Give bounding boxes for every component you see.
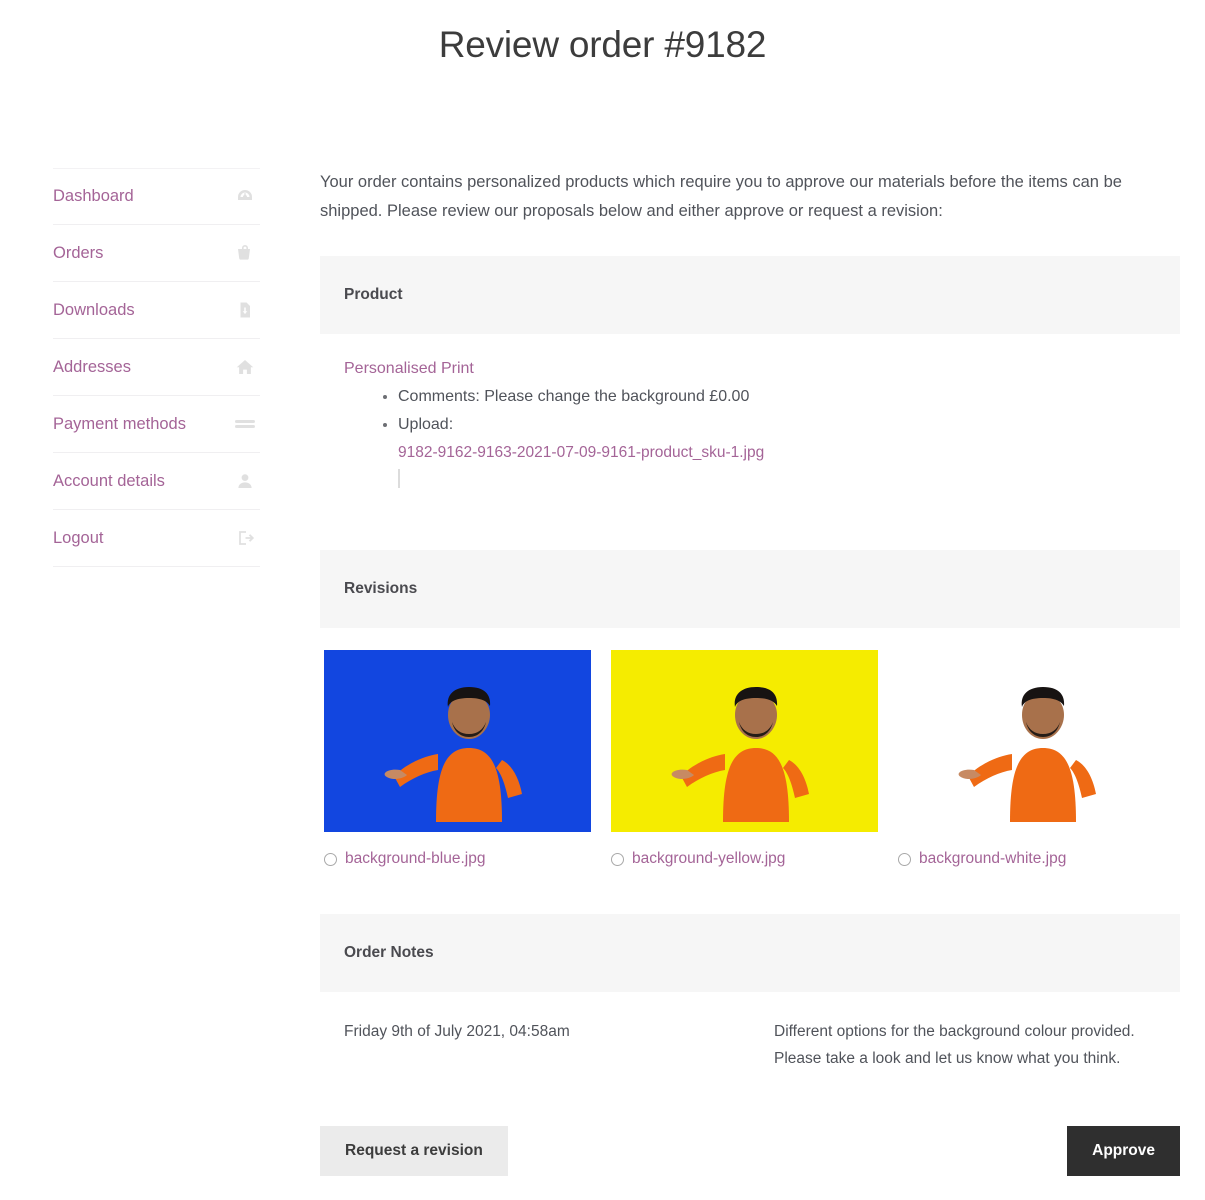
revision-photo [611, 650, 878, 832]
product-panel-title: Product [344, 286, 403, 303]
sidebar-item-label: Payment methods [53, 414, 186, 433]
action-bar: Request a revision Approve [320, 1126, 1180, 1176]
sidebar-item-orders[interactable]: Orders [53, 225, 260, 282]
logout-icon [234, 527, 256, 549]
revision-filename-blue[interactable]: background-blue.jpg [345, 850, 485, 868]
sidebar-item-label: Downloads [53, 300, 135, 319]
revisions-panel-header: Revisions [320, 550, 1180, 628]
uploaded-file-thumbnail[interactable] [398, 469, 400, 488]
product-name-link[interactable]: Personalised Print [344, 360, 1156, 378]
product-panel-header: Product [320, 256, 1180, 334]
product-meta-list: Comments: Please change the background £… [344, 384, 1156, 492]
credit-card-icon [234, 413, 256, 435]
sidebar-item-downloads[interactable]: Downloads [53, 282, 260, 339]
sidebar-item-payment-methods[interactable]: Payment methods [53, 396, 260, 453]
revision-caption[interactable]: background-blue.jpg [324, 850, 591, 868]
sidebar-item-account-details[interactable]: Account details [53, 453, 260, 510]
revisions-panel-body: background-blue.jpg background-yellow.jp… [320, 628, 1180, 914]
sidebar-item-label: Dashboard [53, 187, 134, 206]
revision-filename-white[interactable]: background-white.jpg [919, 850, 1066, 868]
revision-radio-white[interactable] [898, 852, 911, 866]
basket-icon [234, 242, 256, 264]
sidebar-item-addresses[interactable]: Addresses [53, 339, 260, 396]
sidebar-item-label: Orders [53, 243, 104, 262]
request-revision-button[interactable]: Request a revision [320, 1126, 508, 1176]
order-note-text: Different options for the background col… [774, 1018, 1156, 1072]
home-icon [234, 356, 256, 378]
approve-button[interactable]: Approve [1067, 1126, 1180, 1176]
order-notes-panel-header: Order Notes [320, 914, 1180, 992]
order-note-date: Friday 9th of July 2021, 04:58am [344, 1023, 570, 1040]
product-meta-comments: Comments: Please change the background £… [398, 384, 1156, 410]
sidebar-item-label: Account details [53, 471, 165, 490]
revisions-panel-spacer [322, 868, 1180, 914]
main-content: Your order contains personalized product… [320, 168, 1180, 1082]
revision-caption[interactable]: background-yellow.jpg [611, 850, 878, 868]
order-note-line-1: Different options for the background col… [774, 1023, 1135, 1040]
order-notes-panel: Order Notes Friday 9th of July 2021, 04:… [320, 914, 1180, 1082]
product-panel-body: Personalised Print Comments: Please chan… [320, 334, 1180, 550]
revision-radio-yellow[interactable] [611, 852, 624, 866]
order-note-line-2: Please take a look and let us know what … [774, 1050, 1121, 1067]
revisions-panel-title: Revisions [344, 580, 418, 597]
dashboard-icon [234, 186, 256, 208]
sidebar-item-label: Logout [53, 528, 104, 547]
product-meta-upload: Upload: 9182-9162-9163-2021-07-09-9161-p… [398, 412, 1156, 492]
sidebar-item-label: Addresses [53, 357, 131, 376]
revisions-panel: Revisions background-blue.jpg background… [320, 550, 1180, 914]
sidebar-item-dashboard[interactable]: Dashboard [53, 168, 260, 225]
product-meta-upload-label: Upload: [398, 416, 454, 433]
revision-image-yellow[interactable] [611, 650, 878, 832]
revision-photo [898, 650, 1165, 832]
revision-image-blue[interactable] [324, 650, 591, 832]
revision-options-grid: background-blue.jpg background-yellow.jp… [322, 650, 1180, 868]
account-sidebar: Dashboard Orders Downloads Addresses Pay… [53, 168, 260, 567]
uploaded-file-link[interactable]: 9182-9162-9163-2021-07-09-9161-product_s… [398, 440, 1156, 466]
revision-photo [324, 650, 591, 832]
product-panel-spacer [344, 494, 1156, 540]
user-icon [234, 470, 256, 492]
revision-caption[interactable]: background-white.jpg [898, 850, 1165, 868]
revision-image-white[interactable] [898, 650, 1165, 832]
revision-option[interactable]: background-yellow.jpg [611, 650, 878, 868]
revision-option[interactable]: background-white.jpg [898, 650, 1165, 868]
revision-option[interactable]: background-blue.jpg [324, 650, 591, 868]
sidebar-item-logout[interactable]: Logout [53, 510, 260, 567]
revision-filename-yellow[interactable]: background-yellow.jpg [632, 850, 785, 868]
order-notes-row: Friday 9th of July 2021, 04:58am Differe… [320, 992, 1180, 1082]
download-file-icon [234, 299, 256, 321]
revision-radio-blue[interactable] [324, 852, 337, 866]
intro-text: Your order contains personalized product… [320, 173, 1122, 220]
order-notes-panel-title: Order Notes [344, 944, 434, 961]
product-panel: Product Personalised Print Comments: Ple… [320, 256, 1180, 550]
page-title: Review order #9182 [438, 24, 767, 65]
